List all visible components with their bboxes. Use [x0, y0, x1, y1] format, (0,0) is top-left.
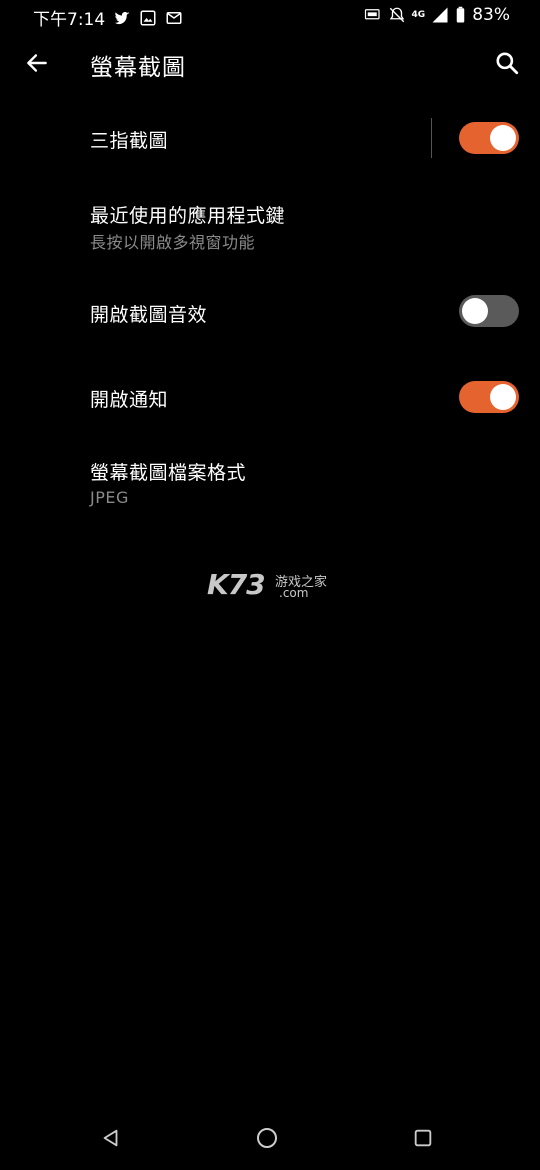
- signal-icon: [432, 7, 448, 23]
- search-button[interactable]: [490, 46, 524, 80]
- status-bar-right: 4G 83%: [364, 5, 510, 25]
- notifications-toggle[interactable]: [459, 381, 519, 413]
- watermark-domain: .com: [279, 586, 309, 600]
- setting-title: 螢幕截圖檔案格式: [90, 462, 247, 484]
- search-icon: [496, 52, 519, 75]
- image-icon: [140, 10, 156, 25]
- battery-icon: [456, 6, 465, 23]
- network-type: 4G: [411, 9, 426, 20]
- triangle-back-icon: [103, 1129, 118, 1147]
- twitter-icon: [114, 11, 130, 24]
- auto-brightness-icon: [364, 9, 380, 20]
- status-bar: 下午7:14 4G 83%: [0, 0, 540, 32]
- status-bar-left: 下午7:14: [33, 5, 183, 30]
- toggle-knob: [490, 384, 516, 410]
- setting-title: 三指截圖: [90, 130, 169, 152]
- toggle-knob: [490, 125, 516, 151]
- square-recents-icon: [414, 1129, 432, 1147]
- status-time: 下午7:14: [33, 10, 106, 30]
- setting-file-format[interactable]: 螢幕截圖檔案格式 JPEG: [0, 438, 540, 528]
- setting-recent-apps-key[interactable]: 最近使用的應用程式鍵 長按以開啟多視窗功能: [0, 178, 540, 272]
- back-button[interactable]: [20, 46, 54, 80]
- screenshot-sound-toggle[interactable]: [459, 295, 519, 327]
- setting-title: 開啟截圖音效: [90, 304, 208, 326]
- toggle-knob: [462, 298, 488, 324]
- setting-title: 開啟通知: [90, 389, 169, 411]
- row-divider: [431, 118, 432, 158]
- mute-icon: [389, 7, 404, 23]
- k73-watermark: K73 游戏之家 .com: [207, 568, 337, 604]
- nav-back-button[interactable]: [99, 1126, 123, 1150]
- setting-title: 最近使用的應用程式鍵: [90, 205, 286, 227]
- circle-home-icon: [257, 1128, 277, 1148]
- app-bar: 螢幕截圖: [0, 38, 540, 90]
- mail-icon: [166, 11, 182, 24]
- three-finger-screenshot-toggle[interactable]: [459, 122, 519, 154]
- setting-subtitle: 長按以開啟多視窗功能: [90, 233, 256, 252]
- arrow-back-icon: [27, 54, 47, 72]
- setting-subtitle: JPEG: [90, 488, 129, 507]
- page-title: 螢幕截圖: [90, 55, 186, 81]
- navigation-bar: [0, 1118, 540, 1158]
- nav-home-button[interactable]: [255, 1126, 279, 1150]
- watermark-brand: K73: [207, 568, 266, 601]
- battery-level: 83%: [472, 5, 510, 25]
- nav-recents-button[interactable]: [411, 1126, 435, 1150]
